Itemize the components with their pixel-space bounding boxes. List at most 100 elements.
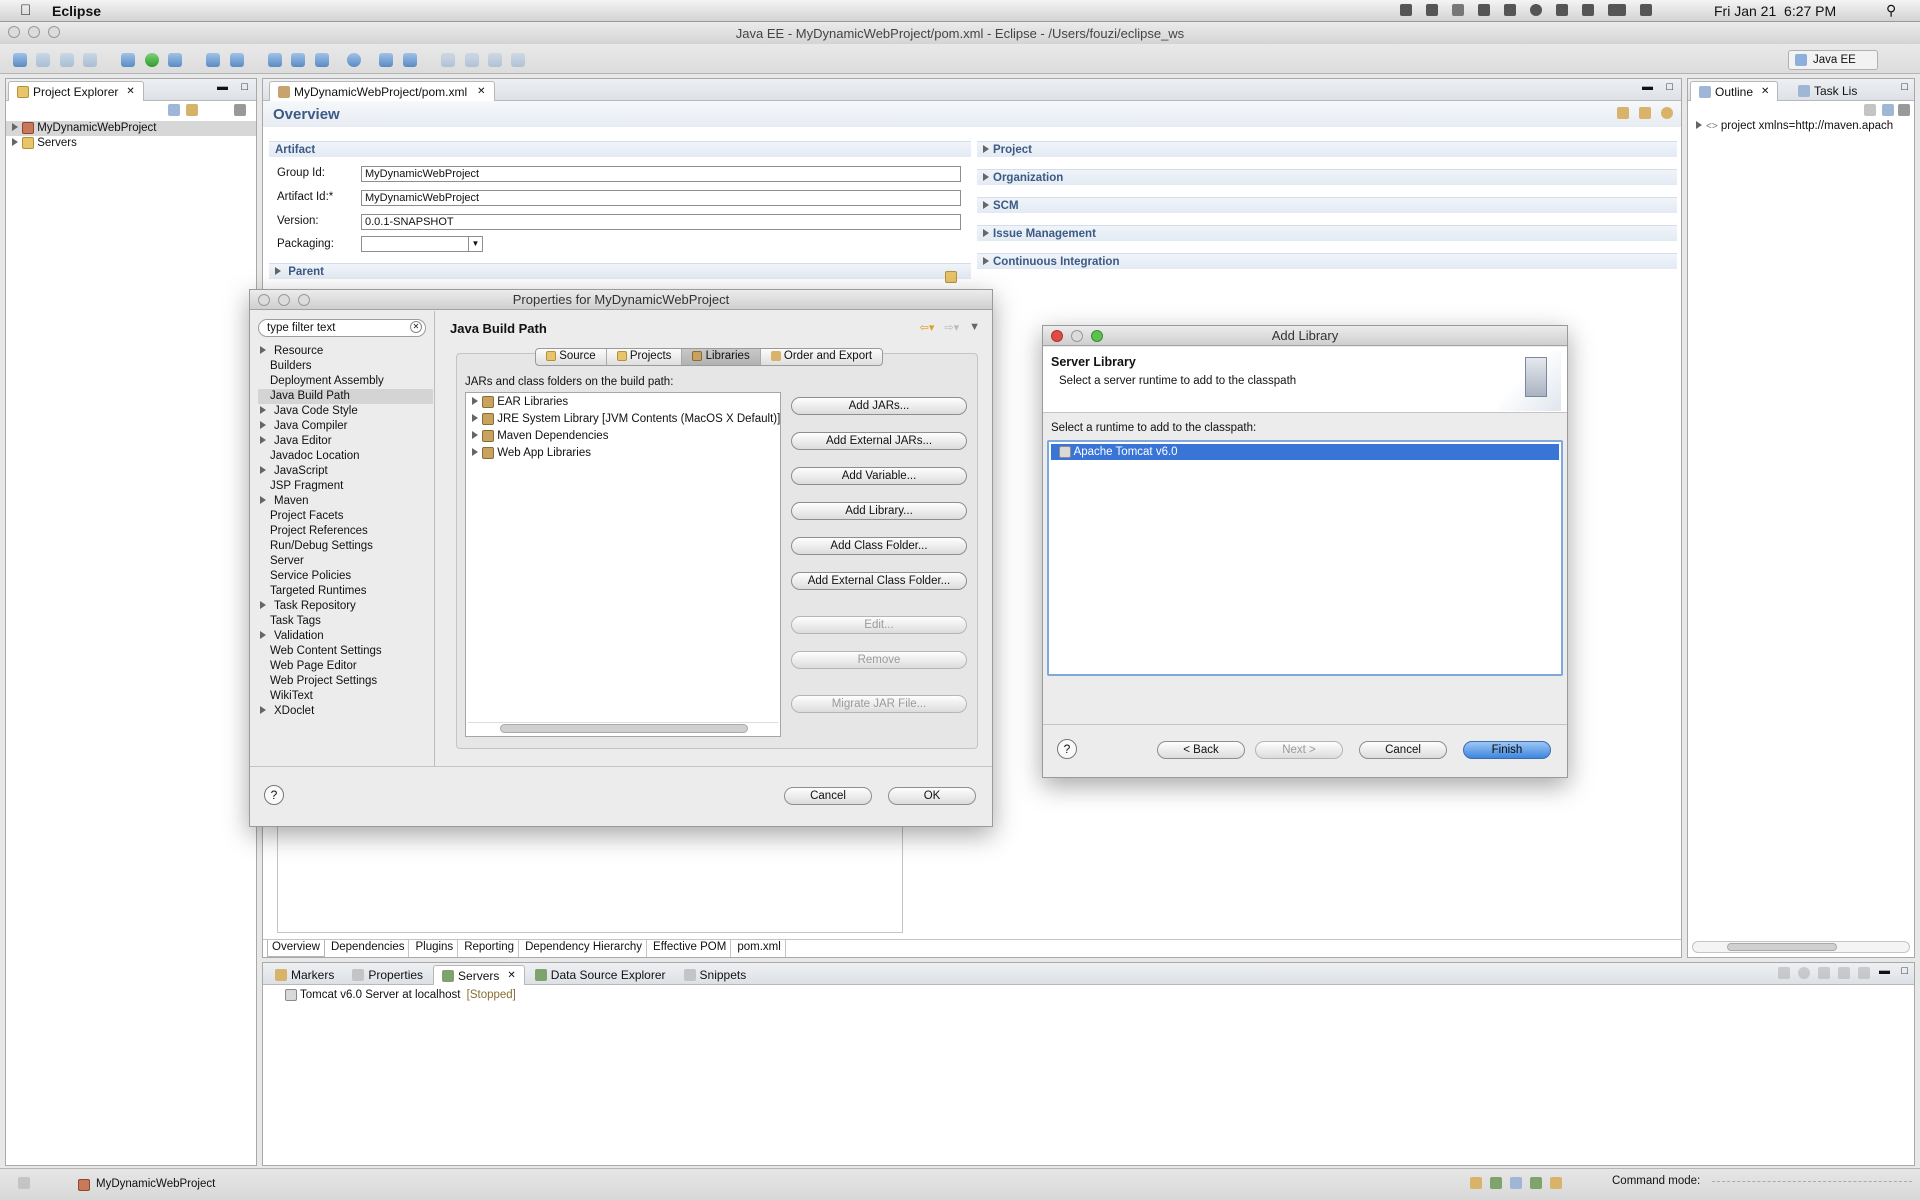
pom-action-icon[interactable] (1617, 107, 1629, 119)
dialog-minimize-button[interactable] (1071, 330, 1083, 342)
add-class-folder-button[interactable]: Add Class Folder... (791, 537, 967, 555)
page-tab-dependencies[interactable]: Dependencies (327, 940, 410, 957)
back-arrow-icon[interactable]: ⇦▾ (920, 321, 935, 334)
add-variable-button[interactable]: Add Variable... (791, 467, 967, 485)
page-tab-plugins[interactable]: Plugins (411, 940, 459, 957)
nav-item[interactable]: Service Policies (258, 569, 433, 584)
nav-forward-icon[interactable] (464, 52, 479, 67)
issue-management-section-header[interactable]: Issue Management (977, 225, 1677, 241)
tab-pom-xml[interactable]: MyDynamicWebProject/pom.xml ✕ (269, 81, 495, 101)
nav-item[interactable]: JavaScript (258, 464, 433, 479)
expand-arrow-icon[interactable] (260, 346, 270, 354)
tab-outline[interactable]: Outline ✕ (1690, 81, 1779, 101)
tray-icon[interactable] (1510, 1177, 1522, 1189)
view-menu-icon[interactable]: ▼ (969, 321, 980, 334)
nav-item[interactable]: Project References (258, 524, 433, 539)
globe-icon[interactable] (347, 52, 362, 67)
library-tree[interactable]: EAR Libraries JRE System Library [JVM Co… (465, 392, 781, 737)
expand-arrow-icon[interactable] (12, 123, 18, 131)
expand-arrow-icon[interactable] (260, 436, 270, 444)
search-icon[interactable] (314, 52, 329, 67)
clear-filter-icon[interactable]: ✕ (410, 321, 422, 333)
pom-hierarchy-icon[interactable] (1639, 107, 1651, 119)
nav-item[interactable]: Javadoc Location (258, 449, 433, 464)
forward-arrow-icon[interactable]: ⇨▾ (944, 321, 959, 334)
new-server-icon[interactable] (206, 52, 221, 67)
tab-order-export[interactable]: Order and Export (761, 349, 882, 365)
nav-item[interactable]: Targeted Runtimes (258, 584, 433, 599)
nav-item[interactable]: Maven (258, 494, 433, 509)
outline-toolbar-icon[interactable] (1864, 104, 1876, 116)
minimize-icon[interactable]: ▬ (217, 81, 228, 93)
nav-item[interactable]: Java Editor (258, 434, 433, 449)
link-editor-icon[interactable] (186, 104, 198, 116)
organization-section-header[interactable]: Organization (977, 169, 1677, 185)
expand-arrow-icon[interactable] (260, 631, 270, 639)
nav-item[interactable]: XDoclet (258, 704, 433, 719)
expand-arrow-icon[interactable] (472, 431, 478, 439)
tray-icon[interactable] (1550, 1177, 1562, 1189)
nav-next-icon[interactable] (511, 52, 526, 67)
save-icon[interactable] (36, 52, 51, 67)
tree-item-servers[interactable]: Servers (6, 136, 256, 151)
wifi-icon[interactable] (1556, 4, 1568, 16)
collapse-all-icon[interactable] (168, 104, 180, 116)
print-icon[interactable] (83, 52, 98, 67)
nav-item[interactable]: Java Build Path (258, 389, 433, 404)
nav-item[interactable]: Project Facets (258, 509, 433, 524)
expand-arrow-icon[interactable] (1696, 121, 1702, 129)
filter-field[interactable]: type filter text ✕ (258, 319, 426, 337)
view-menu-icon[interactable] (234, 104, 246, 116)
page-tab-effective-pom[interactable]: Effective POM (649, 940, 732, 957)
nav-item[interactable]: WikiText (258, 689, 433, 704)
tab-project-explorer[interactable]: Project Explorer ✕ (8, 81, 144, 101)
artifact-section-header[interactable]: Artifact (269, 141, 971, 157)
outline-item[interactable]: <> project xmlns=http://maven.apach (1688, 119, 1914, 134)
runtime-item-tomcat[interactable]: Apache Tomcat v6.0 (1051, 444, 1559, 460)
dialog-zoom-button[interactable] (298, 294, 310, 306)
library-item[interactable]: Maven Dependencies (466, 429, 780, 444)
expand-arrow-icon[interactable] (260, 421, 270, 429)
expand-arrow-icon[interactable] (260, 406, 270, 414)
start-server-icon[interactable] (1798, 967, 1810, 979)
dialog-close-button[interactable] (1051, 330, 1063, 342)
open-type-icon[interactable] (268, 52, 283, 67)
save-all-icon[interactable] (59, 52, 74, 67)
remove-button[interactable]: Remove (791, 651, 967, 669)
dialog-minimize-button[interactable] (278, 294, 290, 306)
stop-server-icon[interactable] (1838, 967, 1850, 979)
page-tab-overview[interactable]: Overview (267, 940, 325, 957)
page-tab-dependency-hierarchy[interactable]: Dependency Hierarchy (521, 940, 648, 957)
artifact-id-input[interactable]: MyDynamicWebProject (361, 190, 961, 206)
group-id-input[interactable]: MyDynamicWebProject (361, 166, 961, 182)
close-icon[interactable]: ✕ (477, 86, 485, 97)
maximize-icon[interactable]: □ (1901, 965, 1908, 977)
profile-server-icon[interactable] (1818, 967, 1830, 979)
expand-arrow-icon[interactable] (12, 138, 18, 146)
flag-icon[interactable] (1640, 4, 1652, 16)
tab-source[interactable]: Source (536, 349, 607, 365)
view-menu-icon[interactable] (1898, 104, 1910, 116)
add-external-class-folder-button[interactable]: Add External Class Folder... (791, 572, 967, 590)
migrate-jar-button[interactable]: Migrate JAR File... (791, 695, 967, 713)
nav-item[interactable]: Web Page Editor (258, 659, 433, 674)
pin-icon[interactable] (379, 52, 394, 67)
run-icon[interactable] (144, 52, 159, 67)
fast-view-icon[interactable] (18, 1177, 30, 1189)
tab-data-source-explorer[interactable]: Data Source Explorer (527, 965, 674, 985)
page-tab-pom-xml[interactable]: pom.xml (733, 940, 786, 957)
external-tools-icon[interactable] (168, 52, 183, 67)
scm-section-header[interactable]: SCM (977, 197, 1677, 213)
status-icon[interactable] (1426, 4, 1438, 16)
scrollbar-thumb[interactable] (500, 724, 748, 733)
parent-section-header[interactable]: Parent (269, 263, 971, 279)
outline-hscrollbar[interactable] (1692, 941, 1910, 953)
volume-icon[interactable] (1582, 4, 1594, 16)
back-button[interactable]: < Back (1157, 741, 1245, 759)
nav-back-icon[interactable] (441, 52, 456, 67)
next-button[interactable]: Next > (1255, 741, 1343, 759)
new-icon[interactable] (13, 52, 27, 67)
edit-button[interactable]: Edit... (791, 616, 967, 634)
nav-item[interactable]: Run/Debug Settings (258, 539, 433, 554)
apple-icon[interactable]:  (20, 2, 31, 19)
